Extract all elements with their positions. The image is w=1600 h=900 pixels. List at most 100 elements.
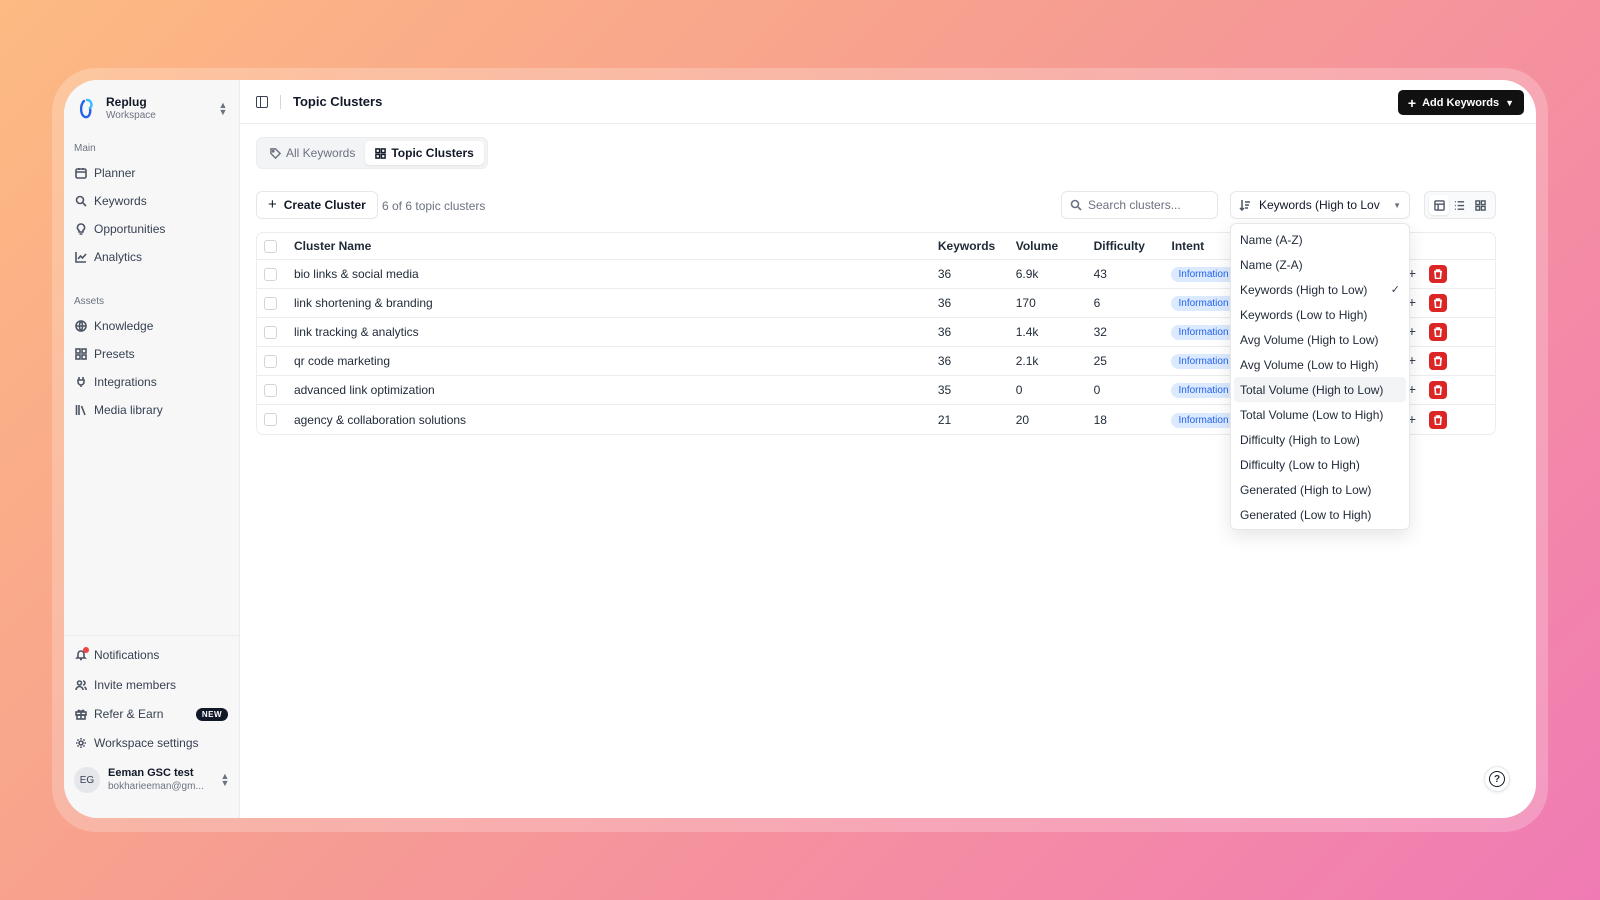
search-icon <box>75 195 87 207</box>
row-checkbox[interactable] <box>264 354 277 368</box>
sidebar-item-label: Refer & Earn <box>94 707 164 721</box>
trash-icon <box>1434 298 1443 308</box>
tab-all-keywords[interactable]: All Keywords <box>260 141 365 165</box>
tab-topic-clusters[interactable]: Topic Clusters <box>365 141 484 165</box>
plus-icon: + <box>268 196 277 213</box>
divider <box>280 94 281 109</box>
delete-cluster-button[interactable] <box>1429 323 1448 341</box>
keywords-count: 36 <box>937 354 952 368</box>
sort-option-generated-low-high[interactable]: Generated (Low to High) <box>1234 502 1406 527</box>
sidebar-item-analytics[interactable]: Analytics <box>72 243 232 271</box>
sort-option-total-volume-high-low[interactable]: Total Volume (High to Low) <box>1234 377 1406 402</box>
sidebar-item-media-library[interactable]: Media library <box>72 396 232 424</box>
sort-option-avg-volume-high-low[interactable]: Avg Volume (High to Low) <box>1234 327 1406 352</box>
column-header-name[interactable]: Cluster Name <box>294 239 938 253</box>
sidebar-item-label: Planner <box>94 166 136 180</box>
cluster-name[interactable]: bio links & social media <box>294 267 938 281</box>
row-checkbox[interactable] <box>264 383 277 397</box>
sidebar-item-label: Analytics <box>94 250 143 264</box>
cluster-name[interactable]: agency & collaboration solutions <box>294 413 938 427</box>
page-title: Topic Clusters <box>293 94 383 109</box>
delete-cluster-button[interactable] <box>1429 265 1448 283</box>
sidebar-item-keywords[interactable]: Keywords <box>72 187 232 215</box>
chevron-updown-icon: ▲ ▼ <box>218 100 228 117</box>
sort-option-generated-high-low[interactable]: Generated (High to Low) <box>1234 477 1406 502</box>
delete-cluster-button[interactable] <box>1429 410 1448 429</box>
keywords-count: 36 <box>937 267 952 281</box>
nav-assets: Knowledge Presets Integrations Media lib… <box>72 312 232 424</box>
sidebar-item-refer-earn[interactable]: Refer & Earn NEW <box>72 700 232 728</box>
sidebar-toggle-icon[interactable] <box>256 95 268 108</box>
row-checkbox[interactable] <box>264 296 277 310</box>
sidebar-item-integrations[interactable]: Integrations <box>72 368 232 396</box>
sidebar-item-opportunities[interactable]: Opportunities <box>72 215 232 243</box>
user-menu[interactable]: EG Eeman GSC test bokharieeman@gm... ▲ ▼ <box>74 763 230 797</box>
cluster-name[interactable]: link tracking & analytics <box>294 325 938 339</box>
sort-select[interactable]: Keywords (High to Lov ▼ <box>1230 191 1410 219</box>
table-view-button[interactable] <box>1429 195 1450 215</box>
sort-option-difficulty-high-low[interactable]: Difficulty (High to Low) <box>1234 427 1406 452</box>
sort-option-keywords-high-low[interactable]: Keywords (High to Low) ✓ <box>1234 277 1406 302</box>
select-all-checkbox[interactable] <box>264 239 277 253</box>
sidebar-item-presets[interactable]: Presets <box>72 340 232 368</box>
sort-option-difficulty-low-high[interactable]: Difficulty (Low to High) <box>1234 452 1406 477</box>
cluster-name[interactable]: link shortening & branding <box>294 296 938 310</box>
list-view-button[interactable] <box>1450 195 1470 215</box>
sidebar-item-label: Notifications <box>94 648 160 662</box>
add-keywords-button[interactable]: + Add Keywords ▼ <box>1397 90 1524 115</box>
view-tabs: All Keywords Topic Clusters <box>256 137 488 169</box>
sidebar-item-workspace-settings[interactable]: Workspace settings <box>72 728 232 758</box>
delete-cluster-button[interactable] <box>1429 294 1448 312</box>
sort-option-keywords-low-high[interactable]: Keywords (Low to High) <box>1234 302 1406 327</box>
plus-icon: + <box>1407 94 1417 111</box>
user-email: bokharieeman@gm... <box>108 781 204 792</box>
create-cluster-button[interactable]: + Create Cluster <box>256 191 378 219</box>
intent-badge: Information <box>1171 296 1236 311</box>
sidebar-item-knowledge[interactable]: Knowledge <box>72 312 232 340</box>
cluster-count: 6 of 6 topic clusters <box>382 199 486 213</box>
row-checkbox[interactable] <box>264 267 277 281</box>
user-name: Eeman GSC test <box>108 767 194 779</box>
workspace-switcher[interactable]: Replug Workspace ▲ ▼ <box>78 94 228 124</box>
delete-cluster-button[interactable] <box>1429 352 1448 370</box>
trash-icon <box>1434 385 1443 395</box>
search-box <box>1061 191 1218 219</box>
volume-value: 2.1k <box>1015 354 1039 368</box>
sort-option-name-za[interactable]: Name (Z-A) <box>1234 252 1406 277</box>
plug-icon <box>75 376 87 388</box>
search-input[interactable] <box>1088 198 1208 212</box>
row-checkbox[interactable] <box>264 413 277 426</box>
trash-icon <box>1434 414 1443 425</box>
sidebar-item-notifications[interactable]: Notifications <box>72 640 232 670</box>
question-icon: ? <box>1489 771 1505 787</box>
help-button[interactable]: ? <box>1484 766 1510 792</box>
row-checkbox[interactable] <box>264 325 277 339</box>
keywords-count: 21 <box>937 412 952 427</box>
column-header-volume[interactable]: Volume <box>1016 239 1094 253</box>
create-cluster-label: Create Cluster <box>283 198 366 212</box>
grid-view-button[interactable] <box>1471 195 1491 215</box>
list-icon <box>1455 200 1465 210</box>
sidebar-item-label: Workspace settings <box>94 736 199 750</box>
cluster-name[interactable]: advanced link optimization <box>294 383 938 397</box>
sidebar-item-planner[interactable]: Planner <box>72 159 232 187</box>
gear-icon <box>75 737 87 749</box>
sort-option-name-az[interactable]: Name (A-Z) <box>1234 227 1406 252</box>
cluster-name[interactable]: qr code marketing <box>294 354 938 368</box>
chart-line-icon <box>75 251 87 263</box>
sidebar-item-invite-members[interactable]: Invite members <box>72 670 232 700</box>
keywords-count: 35 <box>937 383 952 397</box>
sort-option-avg-volume-low-high[interactable]: Avg Volume (Low to High) <box>1234 352 1406 377</box>
lightbulb-icon <box>75 223 87 235</box>
difficulty-value: 6 <box>1093 296 1101 310</box>
grid-icon <box>375 147 387 159</box>
trash-icon <box>1434 327 1443 337</box>
column-header-difficulty[interactable]: Difficulty <box>1094 239 1172 253</box>
delete-cluster-button[interactable] <box>1429 381 1448 399</box>
sidebar-item-label: Keywords <box>94 194 147 208</box>
main-content: Topic Clusters + Add Keywords ▼ All Keyw… <box>240 80 1536 818</box>
sort-option-total-volume-low-high[interactable]: Total Volume (Low to High) <box>1234 402 1406 427</box>
tab-label: All Keywords <box>286 146 356 160</box>
column-header-keywords[interactable]: Keywords <box>938 239 1016 253</box>
sort-option-label: Keywords (High to Low) <box>1240 282 1368 297</box>
